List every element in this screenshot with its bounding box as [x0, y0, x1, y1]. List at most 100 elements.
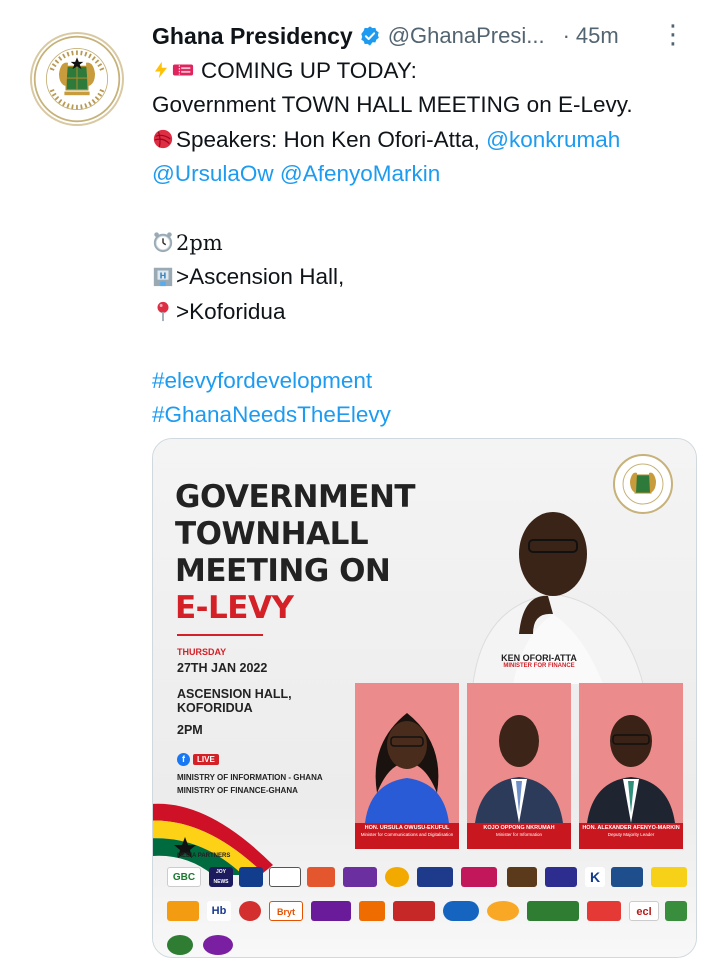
ursula-photo — [355, 683, 459, 823]
tweet-line-speakers: Speakers: Hon Ken Ofori-Atta, @konkrumah — [152, 123, 697, 157]
main-speaker-caption: KEN OFORI-ATTA MINISTER FOR FINANCE — [489, 653, 589, 669]
mention-ursulaow[interactable]: @UrsulaOw — [152, 161, 274, 186]
tweet-media-image[interactable]: GOVERNMENT TOWNHALL MEETING ON E-LEVY TH… — [152, 438, 697, 958]
gbc-logo: GBC — [167, 867, 201, 887]
lightning-icon — [155, 61, 167, 79]
speaker-name: HON. ALEXANDER AFENYO-MARKIN — [582, 825, 680, 831]
partner-logo — [167, 901, 199, 921]
tweet-text: COMING UP TODAY: Government TOWN HALL ME… — [152, 54, 697, 432]
tweet-line-coming-up: COMING UP TODAY: — [152, 54, 697, 88]
speaker-name: KOJO OPPONG NKRUMAH — [483, 825, 555, 831]
author-handle[interactable]: @GhanaPresi... — [388, 23, 545, 49]
partner-logo — [527, 901, 579, 921]
partner-logo — [203, 935, 233, 955]
hb-logo: Hb — [207, 901, 231, 921]
partner-logo — [651, 867, 687, 887]
poster-venue-line: KOFORIDUA — [177, 701, 253, 715]
poster-title-line: GOVERNMENT — [175, 479, 416, 515]
alexander-afenyo-markin-photo — [579, 683, 683, 823]
bryt-logo: Bryt — [269, 901, 303, 921]
partner-logo — [311, 901, 351, 921]
speaker-role: Minister for Information — [495, 832, 542, 837]
speaker-card: HON. URSULA OWUSU-EKUFUL Minister for Co… — [355, 683, 459, 849]
joy-news-logo: JOY NEWS — [209, 867, 233, 887]
poster-day: THURSDAY — [177, 647, 227, 657]
speaker-card: KOJO OPPONG NKRUMAH Minister for Informa… — [467, 683, 571, 849]
speaker-name: HON. URSULA OWUSU-EKUFUL — [364, 825, 450, 831]
map-pin-icon — [157, 301, 169, 321]
kojo-oppong-nkrumah-photo — [467, 683, 571, 823]
partner-logo — [307, 867, 335, 887]
hospital-building-icon: H — [153, 268, 173, 287]
partner-logo — [359, 901, 385, 921]
poster-title-line: TOWNHALL — [175, 516, 369, 552]
main-speaker-role: MINISTER FOR FINANCE — [503, 663, 575, 669]
partner-logo — [417, 867, 453, 887]
author-name[interactable]: Ghana Presidency — [152, 23, 353, 50]
poster-venue-line: ASCENSION HALL, — [177, 687, 292, 701]
poster-divider — [177, 634, 263, 636]
city-text: >Koforidua — [176, 298, 286, 324]
partner-logo — [545, 867, 577, 887]
speaker-role: Deputy Majority Leader — [607, 832, 655, 837]
verified-badge-icon — [360, 26, 379, 46]
alarm-clock-icon — [153, 232, 173, 253]
poster-title-elevy: E-LEVY — [175, 590, 294, 626]
speaker-caption: KOJO OPPONG NKRUMAH Minister for Informa… — [467, 823, 571, 849]
k-logo: K — [585, 867, 605, 887]
avatar[interactable] — [30, 32, 124, 126]
media-partners-label: MEDIA PARTNERS — [177, 853, 231, 859]
poster-venue: ASCENSION HALL, KOFORIDUA — [177, 687, 307, 715]
partner-logo — [239, 901, 261, 921]
poster-ministry-line: MINISTRY OF INFORMATION - GHANA — [177, 773, 323, 782]
yarn-ball-icon — [153, 129, 173, 148]
tweet-line-venue: H >Ascension Hall, — [152, 260, 697, 294]
poster-date: 27TH JAN 2022 — [177, 661, 268, 675]
partner-logo — [461, 867, 497, 887]
partner-logo — [167, 935, 193, 955]
partner-logo — [487, 901, 519, 921]
poster-live-badge: f LIVE — [177, 753, 219, 766]
partner-logo — [385, 867, 409, 887]
presidency-seal-icon — [33, 35, 121, 123]
tweet-timestamp[interactable]: 45m — [576, 23, 619, 49]
event-poster: GOVERNMENT TOWNHALL MEETING ON E-LEVY TH… — [153, 439, 696, 957]
poster-title: GOVERNMENT TOWNHALL MEETING ON E-LEVY — [175, 479, 416, 627]
eci-logo: ecl — [629, 901, 659, 921]
poster-time: 2PM — [177, 723, 203, 737]
svg-text:H: H — [160, 271, 167, 281]
hashtag-ghananeedstheelevy[interactable]: #GhanaNeedsTheElevy — [152, 402, 391, 427]
hashtag-elevyfordevelopment[interactable]: #elevyfordevelopment — [152, 368, 372, 393]
poster-ministries: MINISTRY OF INFORMATION - GHANA MINISTRY… — [177, 771, 347, 797]
speakers-text: Speakers: Hon Ken Ofori-Atta, — [176, 126, 480, 152]
partner-logo — [343, 867, 377, 887]
speaker-role: Minister for Communications and Digitali… — [360, 832, 454, 837]
partner-logo — [507, 867, 537, 887]
partner-logo — [239, 867, 263, 887]
mention-afenyomarkin[interactable]: @AfenyoMarkin — [280, 161, 440, 186]
partner-logo — [611, 867, 643, 887]
speaker-caption: HON. URSULA OWUSU-EKUFUL Minister for Co… — [355, 823, 459, 849]
partner-logo — [393, 901, 435, 921]
partner-logo — [665, 901, 687, 921]
ghana-flag-ribbon — [153, 803, 273, 875]
live-label: LIVE — [193, 754, 219, 765]
tweet-line-title: Government TOWN HALL MEETING on E-Levy. — [152, 92, 633, 118]
coming-up-text: COMING UP TODAY: — [201, 58, 417, 83]
time-separator: · — [562, 23, 570, 48]
main-speaker-name: KEN OFORI-ATTA — [501, 653, 577, 663]
partner-logo — [269, 867, 301, 887]
tweet-line-mentions: @UrsulaOw @AfenyoMarkin — [152, 157, 697, 191]
tweet-line-city: >Koforidua — [152, 295, 697, 329]
partner-logo — [587, 901, 621, 921]
speaker-card: HON. ALEXANDER AFENYO-MARKIN Deputy Majo… — [579, 683, 683, 849]
facebook-icon: f — [177, 753, 190, 766]
partner-logo — [443, 901, 479, 921]
venue-text: >Ascension Hall, — [176, 264, 345, 290]
ticket-icon — [172, 64, 194, 76]
mention-konkrumah[interactable]: @konkrumah — [486, 127, 620, 152]
tweet-line-time: 2pm — [152, 226, 697, 260]
more-vertical-icon[interactable]: ⋮ — [660, 18, 686, 50]
time-text: 2pm — [176, 230, 223, 255]
poster-title-line: MEETING ON — [175, 553, 391, 589]
